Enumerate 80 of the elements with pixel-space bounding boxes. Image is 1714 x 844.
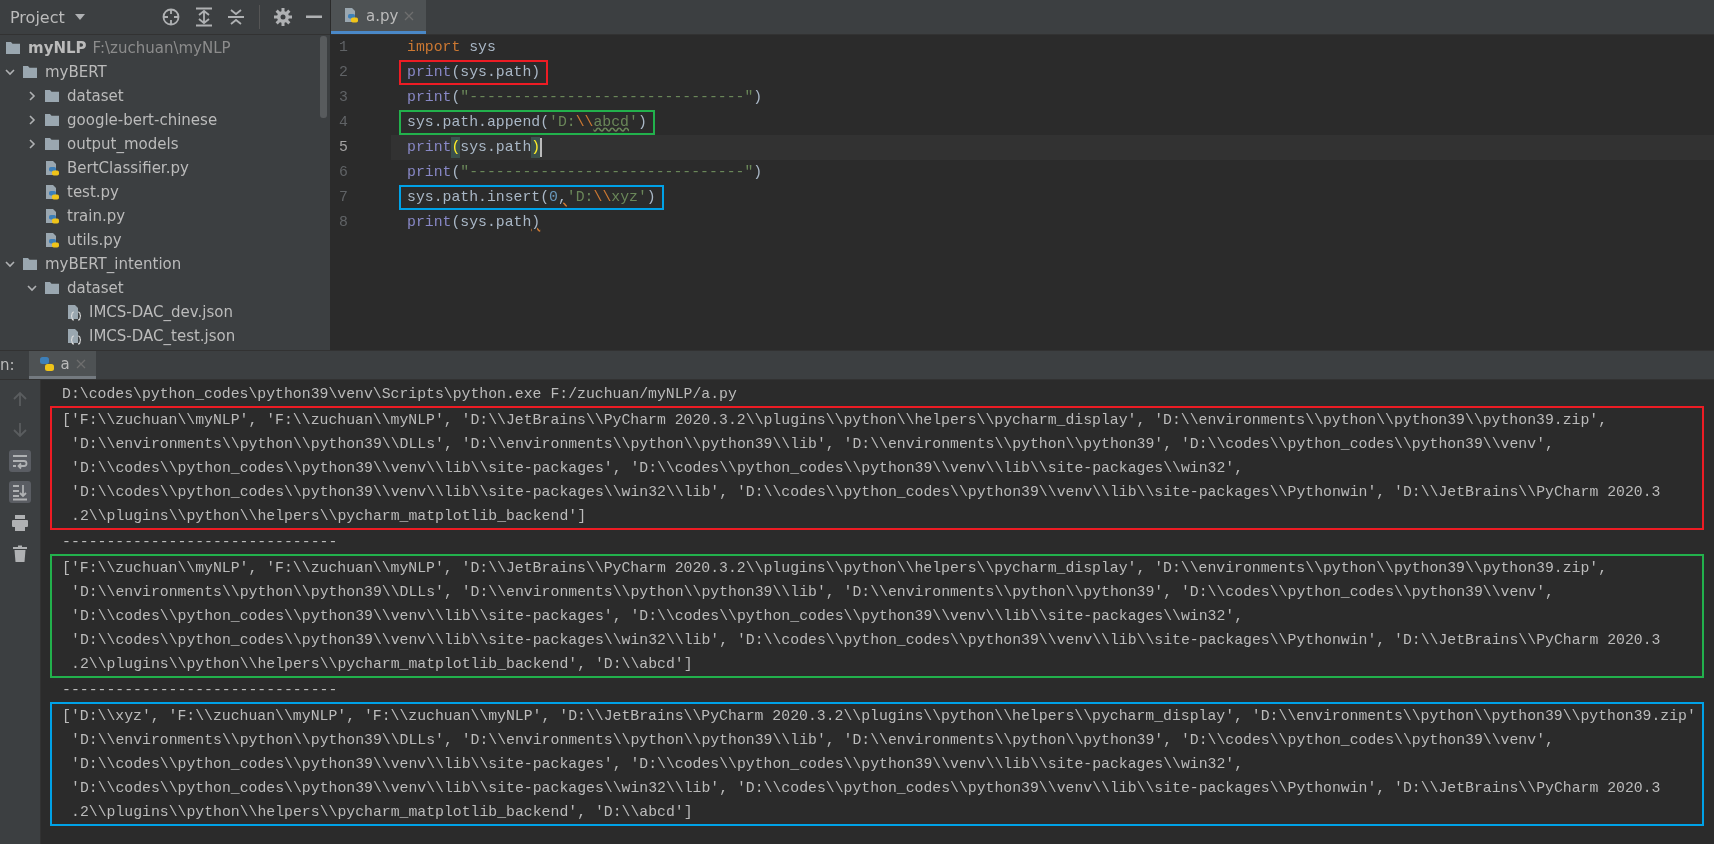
chevron-icon[interactable] [4, 258, 16, 270]
expand-all-icon[interactable] [195, 7, 213, 27]
code-line: import sys [406, 38, 497, 57]
folder-icon [44, 135, 61, 153]
json-file-icon [66, 327, 83, 345]
folder-path: F:\zuchuan\myNLP [92, 39, 231, 57]
python-file-icon [44, 183, 61, 201]
code-line: print(sys.path) [406, 213, 542, 232]
console-line: 'D:\\codes\\python_codes\\python39\\venv\\lib\\site-packages', 'D:\\codes\\python_codes\\python39\\venv\\lib\\site-packages\\win32', [70, 459, 1245, 478]
console-line: ------------------------------- [62, 533, 339, 552]
python-file-icon [44, 231, 61, 249]
folder-icon [22, 63, 39, 81]
panel-title-dropdown[interactable]: Project [6, 5, 90, 29]
console-line: ['D:\\xyz', 'F:\\zuchuan\\myNLP', 'F:\\zuchuan\\myNLP', 'D:\\JetBrains\\PyCharm 2020.3.2\\plugins\\python\\helpers\\pycharm_display', 'D:\\environments\\python\\python39\\python39.zip' [62, 707, 1697, 726]
folder-icon [44, 279, 61, 297]
console-line: D:\codes\python_codes\python39\venv\Scripts\python.exe F:/zuchuan/myNLP/a.py [62, 385, 738, 404]
tree-item[interactable]: utils.py [67, 231, 122, 249]
file-tab[interactable]: a.py [331, 0, 427, 34]
scrollbar-thumb[interactable] [320, 36, 327, 118]
chevron-icon[interactable] [26, 282, 38, 294]
tree-item[interactable]: train.py [67, 207, 126, 225]
line-number: 2 [338, 63, 349, 82]
printer-icon[interactable] [9, 512, 31, 534]
run-label: n: [0, 356, 16, 374]
chevron-icon[interactable] [26, 90, 38, 102]
console-line: 'D:\\environments\\python\\python39\\DLLs', 'D:\\environments\\python\\python39\\lib', 'D:\\environments\\python\\python39', 'D:\\codes\\python_codes\\python39\\venv', [70, 435, 1555, 454]
folder-icon [22, 255, 39, 273]
code-line: print(sys.path) [399, 135, 551, 160]
console-line: 'D:\\environments\\python\\python39\\DLLs', 'D:\\environments\\python\\python39\\lib', 'D:\\environments\\python\\python39', 'D:\\codes\\python_codes\\python39\\venv', [70, 731, 1555, 750]
soft-wrap-icon[interactable] [9, 450, 31, 472]
minimize-icon[interactable] [306, 15, 322, 19]
tree-item[interactable]: myBERT [45, 63, 107, 81]
collapse-all-icon[interactable] [227, 7, 245, 27]
python-file-icon [44, 159, 61, 177]
code-line: print("-------------------------------") [406, 163, 764, 182]
chevron-icon[interactable] [26, 138, 38, 150]
line-number: 1 [338, 38, 349, 57]
console-line: 'D:\\codes\\python_codes\\python39\\venv\\lib\\site-packages\\win32\\lib', 'D:\\codes\\python_codes\\python39\\venv\\lib\\site-packages\\Pythonwin', 'D:\\JetBrains\\PyCharm 2020.3 [70, 631, 1662, 650]
console-line: 'D:\\codes\\python_codes\\python39\\venv\\lib\\site-packages\\win32\\lib', 'D:\\codes\\python_codes\\python39\\venv\\lib\\site-packages\\Pythonwin', 'D:\\JetBrains\\PyCharm 2020.3 [70, 779, 1662, 798]
locate-icon[interactable] [161, 7, 181, 27]
line-number: 6 [338, 163, 349, 182]
console-line: ['F:\\zuchuan\\myNLP', 'F:\\zuchuan\\myNLP', 'D:\\JetBrains\\PyCharm 2020.3.2\\plugins\\python\\helpers\\pycharm_display', 'D:\\environments\\python\\python39\\python39.zip', [62, 559, 1609, 578]
tree-item[interactable]: myBERT_intention [45, 255, 182, 273]
line-number: 5 [338, 138, 349, 157]
folder-icon [44, 111, 61, 129]
console-line: 'D:\\codes\\python_codes\\python39\\venv\\lib\\site-packages', 'D:\\codes\\python_codes\\python39\\venv\\lib\\site-packages\\win32', [70, 755, 1245, 774]
console-line: 'D:\\environments\\python\\python39\\DLLs', 'D:\\environments\\python\\python39\\lib', 'D:\\environments\\python\\python39', 'D:\\codes\\python_codes\\python39\\venv', [70, 583, 1555, 602]
tree-item[interactable]: google-bert-chinese [67, 111, 218, 129]
python-file-icon [44, 207, 61, 225]
python-icon [38, 355, 55, 372]
console-line: .2\\plugins\\python\\helpers\\pycharm_matplotlib_backend', 'D:\\abcd'] [70, 803, 694, 822]
folder-icon [44, 87, 61, 105]
code-line: print("-------------------------------") [406, 88, 764, 107]
console-line: ------------------------------- [62, 681, 339, 700]
tree-item[interactable]: myNLP [28, 39, 87, 57]
console-line: 'D:\\codes\\python_codes\\python39\\venv\\lib\\site-packages\\win32\\lib', 'D:\\codes\\python_codes\\python39\\venv\\lib\\site-packages\\Pythonwin', 'D:\\JetBrains\\PyCharm 2020.3 [70, 483, 1662, 502]
tree-item[interactable]: IMCS-DAC_test.json [89, 327, 236, 345]
console-line: ['F:\\zuchuan\\myNLP', 'F:\\zuchuan\\myNLP', 'D:\\JetBrains\\PyCharm 2020.3.2\\plugins\\python\\helpers\\pycharm_display', 'D:\\environments\\python\\python39\\python39.zip', [62, 411, 1609, 430]
tree-item[interactable]: IMCS-DAC_dev.json [89, 303, 233, 321]
line-number: 8 [338, 213, 349, 232]
tree-item[interactable]: output_models [67, 135, 179, 153]
line-number: 4 [338, 113, 349, 132]
console-line: .2\\plugins\\python\\helpers\\pycharm_matplotlib_backend'] [70, 507, 587, 526]
folder-icon [5, 39, 22, 57]
caret-icon [73, 13, 86, 21]
chevron-icon[interactable] [4, 66, 16, 78]
tree-item[interactable]: test.py [67, 183, 119, 201]
tree-item[interactable]: dataset [67, 279, 124, 297]
run-tab[interactable]: a [28, 351, 96, 379]
chevron-icon[interactable] [26, 114, 38, 126]
console-line: 'D:\\codes\\python_codes\\python39\\venv\\lib\\site-packages', 'D:\\codes\\python_codes\\python39\\venv\\lib\\site-packages\\win32', [70, 607, 1245, 626]
line-number: 3 [338, 88, 349, 107]
settings-icon[interactable] [274, 8, 292, 26]
tree-item[interactable]: dataset [67, 87, 124, 105]
tree-item[interactable]: BertClassifier.py [67, 159, 189, 177]
python-file-icon [343, 7, 360, 24]
console-line: .2\\plugins\\python\\helpers\\pycharm_matplotlib_backend', 'D:\\abcd'] [70, 655, 694, 674]
json-file-icon [66, 303, 83, 321]
line-number: 7 [338, 188, 349, 207]
scroll-to-end-icon[interactable] [9, 481, 31, 503]
